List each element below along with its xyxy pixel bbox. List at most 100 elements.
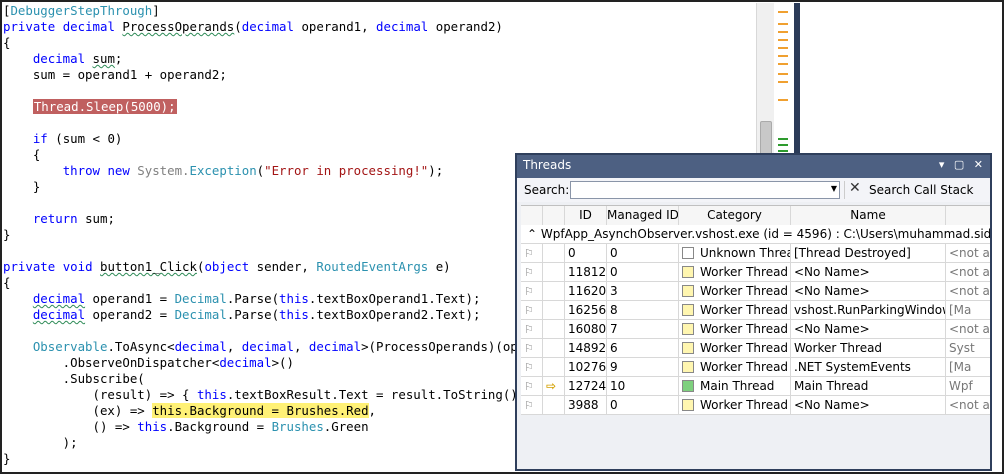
flag-cell[interactable]: ⚐ (521, 282, 543, 301)
code-line[interactable]: Thread.Sleep(5000); (3, 99, 755, 115)
col-id[interactable]: ID (565, 206, 607, 225)
thread-rows: ⚐00Unknown Thread[Thread Destroyed]<not … (521, 244, 990, 415)
code-token: operand2) (435, 19, 503, 34)
flag-cell[interactable]: ⚐ (521, 320, 543, 339)
flag-icon[interactable]: ⚐ (524, 323, 534, 336)
managed-id-cell: 0 (607, 396, 679, 415)
flag-cell[interactable]: ⚐ (521, 301, 543, 320)
flag-icon[interactable]: ⚐ (524, 285, 534, 298)
code-token: .Parse( (226, 307, 280, 322)
category-label: Worker Thread (700, 398, 789, 412)
search-input[interactable]: ▼ (570, 181, 840, 199)
flag-icon[interactable]: ⚐ (524, 380, 534, 393)
code-token: new (107, 163, 138, 178)
col-managed-id[interactable]: Managed ID (607, 206, 679, 225)
col-flag[interactable] (521, 206, 543, 225)
location-cell: Wpf (949, 379, 973, 393)
id-cell: 16080 (565, 320, 607, 339)
flag-cell[interactable]: ⚐ (521, 377, 543, 396)
flag-icon[interactable]: ⚐ (524, 342, 534, 355)
code-line[interactable]: private decimal ProcessOperands(decimal … (3, 19, 755, 35)
flag-cell[interactable]: ⚐ (521, 358, 543, 377)
current-cell: ⇨ (543, 377, 565, 396)
code-token: (result) => { (3, 387, 197, 402)
code-token: ); (3, 435, 78, 450)
code-token: { (3, 35, 11, 50)
current-cell (543, 396, 565, 415)
change-marker (778, 73, 788, 75)
code-token: .Subscribe( (3, 371, 145, 386)
code-line[interactable]: [DebuggerStepThrough] (3, 3, 755, 19)
code-line[interactable] (3, 115, 755, 131)
thread-row[interactable]: ⚐ 39880 Worker Thread<No Name><not av (521, 396, 990, 415)
code-line[interactable] (3, 83, 755, 99)
code-token: >() (271, 355, 294, 370)
flag-cell[interactable]: ⚐ (521, 396, 543, 415)
col-location[interactable] (946, 206, 990, 225)
thread-row[interactable]: ⚐ 116203 Worker Thread<No Name><not av (521, 282, 990, 301)
change-marker (778, 11, 788, 13)
code-token: sum; (85, 211, 115, 226)
thread-row[interactable]: ⚐ 160807 Worker Thread<No Name><not av (521, 320, 990, 339)
category-cell: Worker Thread (679, 396, 791, 415)
col-current[interactable] (543, 206, 565, 225)
code-token: ] (152, 3, 160, 18)
code-line[interactable]: sum = operand1 + operand2; (3, 67, 755, 83)
code-token: private (3, 19, 63, 34)
category-label: Worker Thread (700, 341, 789, 355)
code-token: decimal (308, 339, 362, 354)
chevron-down-icon[interactable]: ▼ (831, 184, 837, 193)
flag-icon[interactable]: ⚐ (524, 247, 534, 260)
category-label: Worker Thread (700, 322, 789, 336)
thread-row[interactable]: ⚐ 10276 9 Worker Thread .NET SystemEvents [Ma (521, 358, 990, 377)
thread-row[interactable]: ⚐ 00 Unknown Thread[Thread Destroyed]<not … (521, 244, 990, 263)
flag-cell[interactable]: ⚐ (521, 244, 543, 263)
threads-grid: ID Managed ID Category Name ⌃ WpfApp_Asy… (521, 205, 990, 415)
collapse-icon[interactable]: ⌃ (527, 227, 537, 241)
clear-search-icon[interactable]: ✕ (849, 180, 861, 196)
change-marker (778, 47, 788, 49)
panel-divider (794, 3, 800, 153)
code-token: this (196, 387, 227, 402)
code-line[interactable]: { (3, 35, 755, 51)
search-call-stack-button[interactable]: Search Call Stack (869, 183, 973, 197)
category-label: Main Thread (700, 379, 775, 393)
code-token: decimal (219, 355, 272, 370)
flag-icon[interactable]: ⚐ (524, 399, 534, 412)
code-token: decimal (241, 339, 294, 354)
thread-row[interactable]: ⚐ ⇨ 12724 10 Main Thread Main Thread Wpf (521, 377, 990, 396)
code-token: } (3, 179, 41, 194)
code-line[interactable]: decimal sum; (3, 51, 755, 67)
flag-icon[interactable]: ⚐ (524, 266, 534, 279)
code-token: throw (62, 163, 108, 178)
change-marker (778, 138, 788, 140)
thread-row[interactable]: ⚐ 14892 6 Worker Thread Worker Thread Syst (521, 339, 990, 358)
managed-id-cell: 6 (607, 339, 679, 358)
flag-icon[interactable]: ⚐ (524, 361, 534, 374)
code-token: Decimal (174, 291, 227, 306)
col-category[interactable]: Category (679, 206, 791, 225)
thread-row[interactable]: ⚐ 16256 8 Worker Thread vshost.RunParkingWin… (521, 301, 990, 320)
code-token: Thread.Sleep(5000); (32, 99, 177, 114)
col-name[interactable]: Name (791, 206, 946, 225)
threads-window: Threads ▾ ▢ ✕ Search: ▼ ✕ Search Call St… (515, 153, 992, 471)
location-cell: [Ma (949, 303, 972, 317)
change-marker (778, 99, 788, 101)
flag-icon[interactable]: ⚐ (524, 304, 534, 317)
id-cell: 14892 (565, 339, 607, 358)
code-token: } (3, 227, 11, 242)
thread-row[interactable]: ⚐ 118120 Worker Thread<No Name><not av (521, 263, 990, 282)
flag-cell[interactable]: ⚐ (521, 263, 543, 282)
code-token: { (3, 147, 41, 162)
threads-title-bar[interactable]: Threads ▾ ▢ ✕ (517, 155, 990, 178)
window-buttons[interactable]: ▾ ▢ ✕ (939, 158, 986, 171)
code-line[interactable]: if (sum < 0) (3, 131, 755, 147)
flag-cell[interactable]: ⚐ (521, 339, 543, 358)
name-cell: vshost.RunParkingWindow (791, 301, 946, 320)
process-group-row[interactable]: ⌃ WpfApp_AsynchObserver.vshost.exe (id =… (521, 225, 990, 244)
code-token: operand1 = (85, 291, 175, 306)
code-token: .Green (323, 419, 369, 434)
change-marker (778, 23, 788, 25)
location-cell: Syst (949, 341, 975, 355)
